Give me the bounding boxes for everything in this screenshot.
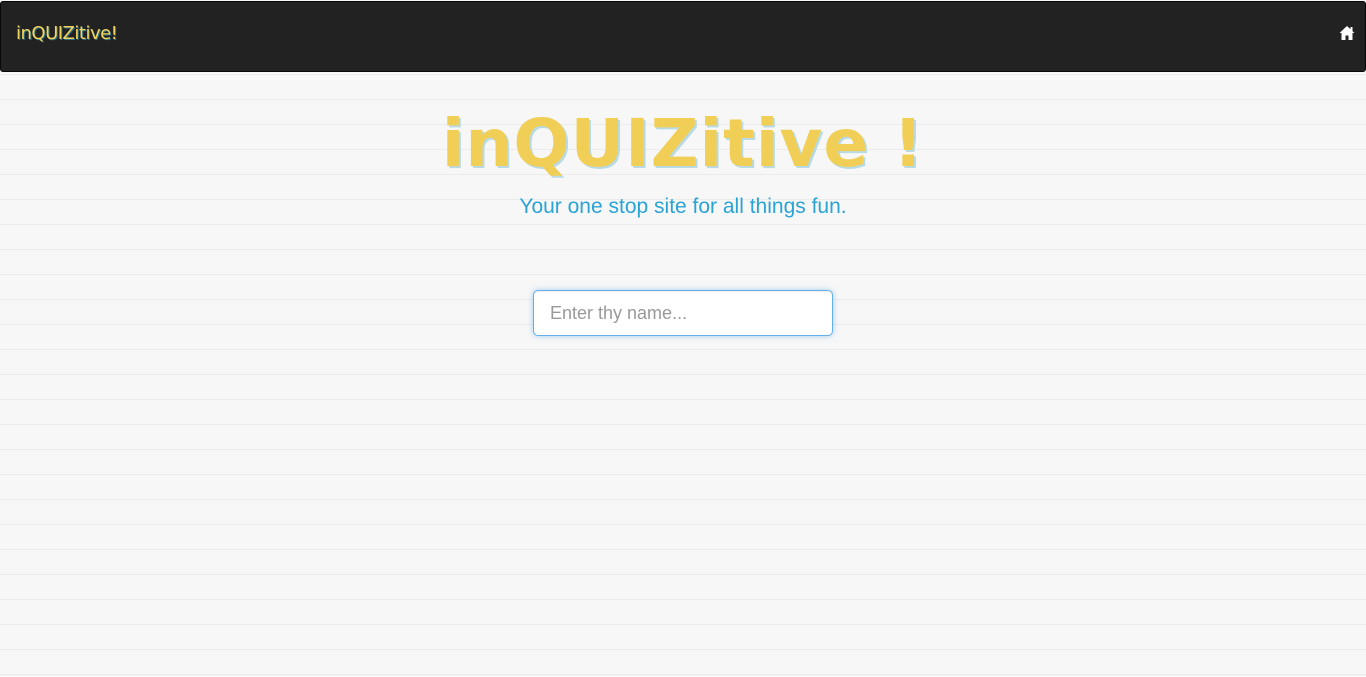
name-input[interactable] bbox=[533, 290, 833, 336]
hero-title: inQUIZitive ! bbox=[441, 105, 925, 182]
hero-subtitle: Your one stop site for all things fun. bbox=[519, 195, 847, 218]
home-icon[interactable] bbox=[1338, 24, 1356, 42]
home-icon-graphic bbox=[1339, 26, 1355, 40]
navbar-brand[interactable]: inQUIZitive! bbox=[16, 23, 118, 44]
top-navbar: inQUIZitive! bbox=[0, 1, 1366, 72]
